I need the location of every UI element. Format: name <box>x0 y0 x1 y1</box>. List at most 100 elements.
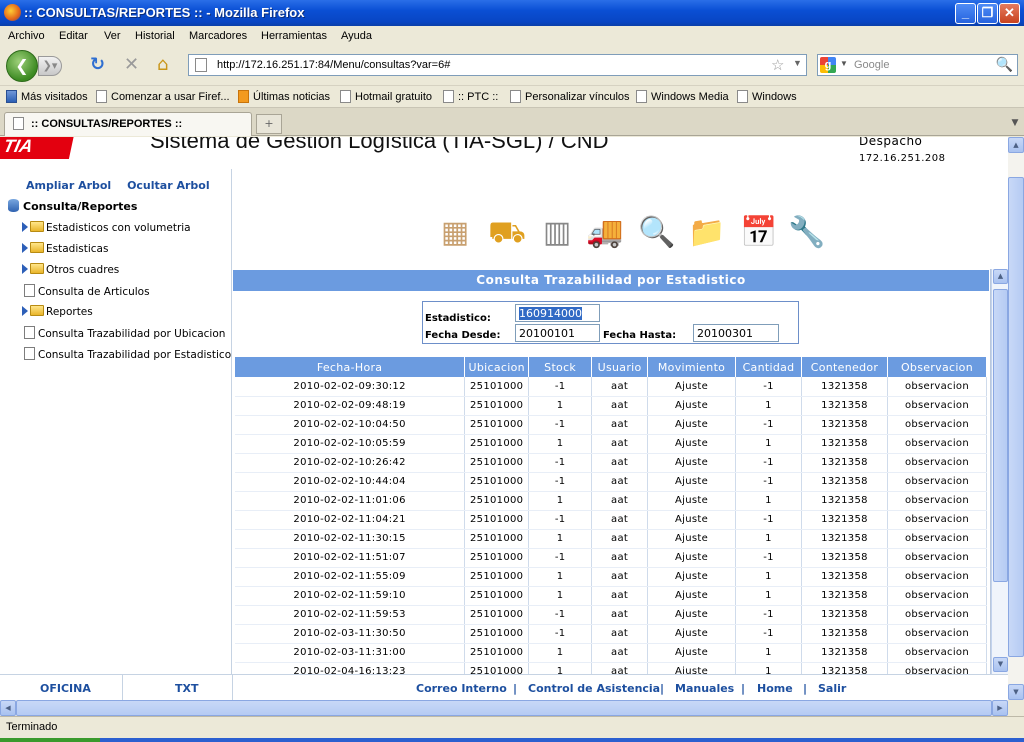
column-header[interactable]: Movimiento <box>647 357 737 377</box>
back-button[interactable]: ❮ <box>6 50 38 82</box>
salir-link[interactable]: Salir <box>818 682 846 695</box>
tree-item-trazabilidad-estadistico[interactable]: Consulta Trazabilidad por Estadistico <box>20 347 231 361</box>
google-icon[interactable]: g <box>820 57 836 73</box>
hide-tree-link[interactable]: Ocultar Arbol <box>127 179 210 192</box>
table-row[interactable]: 2010-02-02-10:44:04 25101000 -1 aat Ajuste -1… <box>235 472 988 492</box>
control-asistencia-link[interactable]: Control de Asistencia <box>528 682 660 695</box>
search-magnifier-icon[interactable]: 🔍 <box>635 211 679 255</box>
fecha-hasta-input[interactable]: 20100301 <box>693 324 779 342</box>
minimize-button[interactable]: _ <box>955 3 976 24</box>
table-row[interactable]: 2010-02-02-11:01:06 25101000 1 aat Ajuste 1 13… <box>235 491 988 511</box>
bookmark-ultimas-noticias[interactable]: Últimas noticias <box>238 90 330 103</box>
table-row[interactable]: 2010-02-02-11:30:15 25101000 1 aat Ajuste 1 13… <box>235 529 988 549</box>
table-row[interactable]: 2010-02-02-11:59:10 25101000 1 aat Ajuste 1 13… <box>235 586 988 606</box>
correo-interno-link[interactable]: Correo Interno <box>416 682 507 695</box>
wrench-icon[interactable]: 🔧 <box>785 211 829 255</box>
expand-arrow-icon[interactable] <box>22 243 28 253</box>
txt-link[interactable]: TXT <box>175 682 199 695</box>
column-header[interactable]: Fecha-Hora <box>235 357 466 377</box>
table-row[interactable]: 2010-02-02-10:05:59 25101000 1 aat Ajuste 1 13… <box>235 434 988 454</box>
tree-item-estadisticas[interactable]: Estadisticas <box>22 242 108 255</box>
column-header[interactable]: Usuario <box>591 357 649 377</box>
tree-item-trazabilidad-ubicacion[interactable]: Consulta Trazabilidad por Ubicacion <box>20 326 225 340</box>
scroll-thumb[interactable] <box>993 289 1008 582</box>
column-header[interactable]: Stock <box>528 357 593 377</box>
scroll-left-icon[interactable]: ◀ <box>0 700 16 716</box>
bookmark-hotmail[interactable]: Hotmail gratuito <box>340 90 432 103</box>
url-dropdown-icon[interactable]: ▼ <box>793 58 802 68</box>
table-row[interactable]: 2010-02-04-16:13:23 25101000 1 aat Ajuste 1 13… <box>235 662 988 674</box>
bookmark-windows[interactable]: Windows <box>737 90 797 103</box>
scroll-down-icon[interactable]: ▼ <box>993 657 1008 672</box>
expand-tree-link[interactable]: Ampliar Arbol <box>26 179 111 192</box>
expand-arrow-icon[interactable] <box>22 306 28 316</box>
tree-item-reportes[interactable]: Reportes <box>22 305 93 318</box>
truck-icon[interactable]: 🚚 <box>583 211 627 255</box>
menu-historial[interactable]: Historial <box>135 30 175 42</box>
scroll-right-icon[interactable]: ▶ <box>992 700 1008 716</box>
column-header[interactable]: Contenedor <box>801 357 888 377</box>
engine-dropdown-icon[interactable]: ▼ <box>840 59 848 68</box>
bookmark-mas-visitados[interactable]: Más visitados <box>6 90 88 103</box>
table-row[interactable]: 2010-02-02-11:59:53 25101000 -1 aat Ajuste -1… <box>235 605 988 625</box>
manuales-link[interactable]: Manuales <box>675 682 734 695</box>
stop-icon[interactable]: ✕ <box>124 55 139 75</box>
home-link[interactable]: Home <box>757 682 793 695</box>
expand-arrow-icon[interactable] <box>22 222 28 232</box>
close-button[interactable]: ✕ <box>999 3 1020 24</box>
table-row[interactable]: 2010-02-02-11:04:21 25101000 -1 aat Ajuste -1… <box>235 510 988 530</box>
forward-button[interactable]: ❯▾ <box>38 56 62 76</box>
search-placeholder[interactable]: Google <box>854 59 889 71</box>
tab-consultas[interactable]: :: CONSULTAS/REPORTES :: <box>4 112 252 136</box>
folders-icon[interactable]: 📁 <box>685 211 729 255</box>
table-row[interactable]: 2010-02-03-11:31:00 25101000 1 aat Ajuste 1 13… <box>235 643 988 663</box>
magnifier-icon[interactable]: 🔍 <box>996 56 1013 73</box>
table-row[interactable]: 2010-02-02-09:30:12 25101000 -1 aat Ajuste -1… <box>235 377 988 397</box>
table-row[interactable]: 2010-02-02-11:51:07 25101000 -1 aat Ajuste -1… <box>235 548 988 568</box>
home-icon[interactable]: ⌂ <box>157 55 168 75</box>
scroll-thumb[interactable] <box>1008 177 1024 657</box>
scroll-up-icon[interactable]: ▲ <box>1008 137 1024 153</box>
scroll-thumb[interactable] <box>16 700 992 716</box>
estadistico-input[interactable]: 160914000 <box>515 304 600 322</box>
fecha-desde-input[interactable]: 20100101 <box>515 324 600 342</box>
reload-icon[interactable]: ↻ <box>90 55 105 75</box>
menu-herramientas[interactable]: Herramientas <box>261 30 327 42</box>
scroll-up-icon[interactable]: ▲ <box>993 269 1008 284</box>
page-vertical-scrollbar[interactable]: ▲ ▼ <box>1008 137 1024 700</box>
column-header[interactable]: Observacion <box>887 357 988 377</box>
menu-ayuda[interactable]: Ayuda <box>341 30 372 42</box>
bookmark-ptc[interactable]: :: PTC :: <box>443 90 498 103</box>
table-row[interactable]: 2010-02-02-11:55:09 25101000 1 aat Ajuste 1 13… <box>235 567 988 587</box>
tree-root[interactable]: Consulta/Reportes <box>8 199 137 213</box>
menu-ver[interactable]: Ver <box>104 30 121 42</box>
new-tab-button[interactable]: + <box>256 114 282 134</box>
tab-list-dropdown-icon[interactable]: ▼ <box>1008 114 1022 132</box>
scroll-down-icon[interactable]: ▼ <box>1008 684 1024 700</box>
tree-item-estadisticos-volumetria[interactable]: Estadisticos con volumetria <box>22 221 191 234</box>
menu-editar[interactable]: Editar <box>59 30 88 42</box>
calendar-icon[interactable]: 📅 <box>737 211 781 255</box>
bookmark-comenzar[interactable]: Comenzar a usar Firef... <box>96 90 230 103</box>
url-text[interactable]: http://172.16.251.17:84/Menu/consultas?v… <box>217 59 450 71</box>
table-row[interactable]: 2010-02-03-11:30:50 25101000 -1 aat Ajuste -1… <box>235 624 988 644</box>
menu-marcadores[interactable]: Marcadores <box>189 30 247 42</box>
forklift-icon[interactable]: ⛟ <box>485 211 529 255</box>
oficina-link[interactable]: OFICINA <box>40 682 91 695</box>
search-bar[interactable]: g ▼ Google 🔍 <box>817 54 1018 76</box>
menu-archivo[interactable]: Archivo <box>8 30 45 42</box>
table-row[interactable]: 2010-02-02-10:04:50 25101000 -1 aat Ajuste -1… <box>235 415 988 435</box>
column-header[interactable]: Cantidad <box>735 357 802 377</box>
bookmark-windows-media[interactable]: Windows Media <box>636 90 729 103</box>
maximize-button[interactable]: ❐ <box>977 3 998 24</box>
cage-cart-icon[interactable]: ▥ <box>535 211 579 255</box>
address-bar[interactable]: http://172.16.251.17:84/Menu/consultas?v… <box>188 54 807 76</box>
bookmark-personalizar[interactable]: Personalizar vínculos <box>510 90 630 103</box>
table-row[interactable]: 2010-02-02-10:26:42 25101000 -1 aat Ajuste -1… <box>235 453 988 473</box>
bookmark-star-icon[interactable]: ☆ <box>771 56 784 74</box>
pallet-icon[interactable]: ▦ <box>433 211 477 255</box>
tree-item-otros-cuadres[interactable]: Otros cuadres <box>22 263 119 276</box>
column-header[interactable]: Ubicacion <box>464 357 530 377</box>
page-horizontal-scrollbar[interactable]: ◀ ▶ <box>0 700 1008 716</box>
table-row[interactable]: 2010-02-02-09:48:19 25101000 1 aat Ajuste 1 13… <box>235 396 988 416</box>
